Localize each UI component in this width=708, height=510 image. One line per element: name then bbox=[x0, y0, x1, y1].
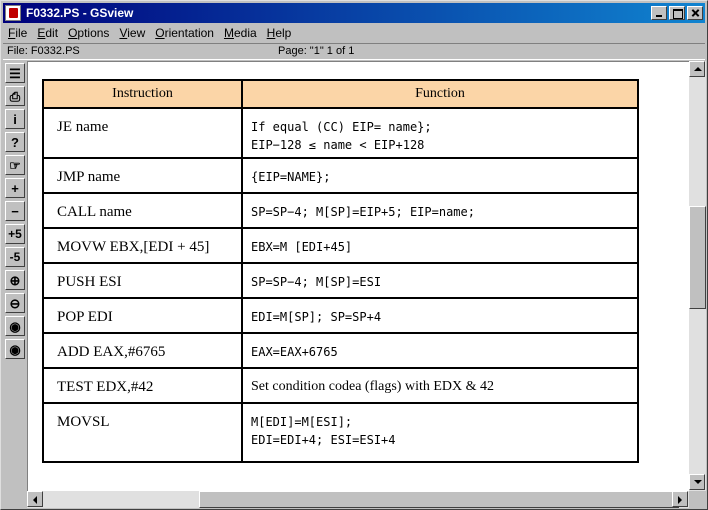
minimize-button[interactable] bbox=[651, 6, 667, 20]
function-line: SP=SP−4; M[SP]=EIP+5; EIP=name; bbox=[251, 205, 475, 219]
status-page: Page: "1" 1 of 1 bbox=[278, 45, 355, 57]
menu-mnemonic: O bbox=[68, 26, 78, 40]
toolbar: ☰ ⎙ i? ☞ + − +5 -5 ⊕ ⊖ ◉ ◉ bbox=[5, 63, 27, 362]
function-cell: EBX=M [EDI+45] bbox=[241, 227, 639, 264]
table-row: POP EDI EDI=M[SP]; SP=SP+4 bbox=[42, 297, 639, 334]
instruction-cell: JE name bbox=[42, 107, 243, 159]
info-icon[interactable]: i bbox=[5, 109, 25, 129]
function-line: Set condition codea (flags) with EDX & 4… bbox=[251, 379, 495, 394]
menu-label: rientation bbox=[164, 26, 214, 40]
app-icon[interactable] bbox=[5, 5, 21, 21]
window-title: F0332.PS - GSview bbox=[26, 6, 134, 20]
table-row: JMP name {EIP=NAME}; bbox=[42, 157, 639, 194]
vertical-scrollbar[interactable] bbox=[689, 61, 706, 491]
function-cell: If equal (CC) EIP= name}; EIP−128 ≤ name … bbox=[241, 107, 639, 159]
menu-orientation[interactable]: Orientation bbox=[150, 26, 219, 40]
menu-label: ile bbox=[15, 26, 28, 40]
menu-help[interactable]: Help bbox=[262, 26, 297, 40]
function-line: EIP−128 ≤ name < EIP+128 bbox=[251, 138, 425, 152]
menu-view[interactable]: View bbox=[114, 26, 150, 40]
instruction-cell: ADD EAX,#6765 bbox=[42, 332, 243, 369]
header-instruction: Instruction bbox=[42, 79, 243, 109]
zoom-out-icon[interactable]: ⊖ bbox=[5, 293, 25, 313]
menu-label: edia bbox=[233, 26, 257, 40]
header-function: Function bbox=[241, 79, 639, 109]
menu-mnemonic: M bbox=[223, 26, 234, 40]
maximize-button[interactable] bbox=[669, 6, 685, 20]
eye-icon[interactable]: ◉ bbox=[5, 339, 25, 359]
menu-label: elp bbox=[275, 26, 292, 40]
help-icon[interactable]: ? bbox=[5, 132, 25, 152]
table-row: PUSH ESI SP=SP−4; M[SP]=ESI bbox=[42, 262, 639, 299]
menu-label: dit bbox=[45, 26, 59, 40]
menu-bar: File Edit Options View Orientation Media Help bbox=[3, 24, 705, 42]
function-cell: {EIP=NAME}; bbox=[241, 157, 639, 194]
instruction-cell: MOVW EBX,[EDI + 45] bbox=[42, 227, 243, 264]
scroll-down-button[interactable] bbox=[689, 474, 705, 490]
window-controls bbox=[649, 6, 703, 20]
document-view[interactable]: Instruction Function JE name If equal (CC… bbox=[27, 61, 689, 491]
table-row: MOVSL M[EDI]=M[ESI]; EDI=EDI+4; ESI=ESI+4 bbox=[42, 402, 639, 463]
open-icon[interactable]: ☰ bbox=[5, 63, 25, 83]
function-cell: EAX=EAX+6765 bbox=[241, 332, 639, 369]
instruction-table: Instruction Function JE name If equal (CC… bbox=[42, 79, 639, 463]
instruction-cell: PUSH ESI bbox=[42, 262, 243, 299]
function-cell: SP=SP−4; M[SP]=EIP+5; EIP=name; bbox=[241, 192, 639, 229]
table-row: CALL name SP=SP−4; M[SP]=EIP+5; EIP=name; bbox=[42, 192, 639, 229]
instruction-cell: CALL name bbox=[42, 192, 243, 229]
vertical-scroll-thumb[interactable] bbox=[689, 206, 706, 309]
function-line: M[EDI]=M[ESI]; bbox=[251, 415, 353, 429]
goto-page-icon[interactable]: ☞ bbox=[5, 155, 25, 175]
table-body: JE name If equal (CC) EIP= name}; EIP−128 … bbox=[42, 107, 639, 463]
function-line: EAX=EAX+6765 bbox=[251, 345, 338, 359]
menu-file[interactable]: File bbox=[3, 26, 32, 40]
table-row: MOVW EBX,[EDI + 45] EBX=M [EDI+45] bbox=[42, 227, 639, 264]
table-row: ADD EAX,#6765 EAX=EAX+6765 bbox=[42, 332, 639, 369]
function-line: EDI=EDI+4; ESI=ESI+4 bbox=[251, 433, 396, 447]
instruction-cell: POP EDI bbox=[42, 297, 243, 334]
scroll-left-button[interactable] bbox=[27, 491, 43, 507]
next-page-icon[interactable]: + bbox=[5, 178, 25, 198]
menu-mnemonic: O bbox=[155, 26, 165, 40]
table-row: TEST EDX,#42 Set condition codea (flags) … bbox=[42, 367, 639, 404]
function-line: If equal (CC) EIP= name}; bbox=[251, 120, 432, 134]
instruction-cell: JMP name bbox=[42, 157, 243, 194]
instruction-cell: TEST EDX,#42 bbox=[42, 367, 243, 404]
function-cell: SP=SP−4; M[SP]=ESI bbox=[241, 262, 639, 299]
function-line: EBX=M [EDI+45] bbox=[251, 240, 353, 254]
eye-rec-icon[interactable]: ◉ bbox=[5, 316, 25, 336]
status-file: File: F0332.PS bbox=[7, 45, 80, 57]
menu-label: ptions bbox=[77, 26, 110, 40]
table-row: JE name If equal (CC) EIP= name}; EIP−128 … bbox=[42, 107, 639, 159]
menu-options[interactable]: Options bbox=[63, 26, 114, 40]
function-cell: EDI=M[SP]; SP=SP+4 bbox=[241, 297, 639, 334]
menu-media[interactable]: Media bbox=[219, 26, 262, 40]
horizontal-scrollbar[interactable] bbox=[27, 491, 689, 508]
menu-label: iew bbox=[127, 26, 146, 40]
print-icon[interactable]: ⎙ bbox=[5, 86, 25, 106]
skip-back-icon[interactable]: -5 bbox=[5, 247, 25, 267]
function-line: SP=SP−4; M[SP]=ESI bbox=[251, 275, 382, 289]
status-line: File: F0332.PS Page: "1" 1 of 1 bbox=[3, 43, 705, 60]
function-line: EDI=M[SP]; SP=SP+4 bbox=[251, 310, 382, 324]
scroll-right-button[interactable] bbox=[672, 491, 688, 507]
scrollbar-corner bbox=[689, 491, 706, 508]
scroll-up-button[interactable] bbox=[689, 61, 705, 77]
zoom-in-icon[interactable]: ⊕ bbox=[5, 270, 25, 290]
function-line: {EIP=NAME}; bbox=[251, 170, 331, 184]
function-cell: Set condition codea (flags) with EDX & 4… bbox=[241, 367, 639, 404]
function-cell: M[EDI]=M[ESI]; EDI=EDI+4; ESI=ESI+4 bbox=[241, 402, 639, 463]
prev-page-icon[interactable]: − bbox=[5, 201, 25, 221]
horizontal-scroll-thumb[interactable] bbox=[199, 491, 679, 508]
skip-forward-icon[interactable]: +5 bbox=[5, 224, 25, 244]
gsview-window: F0332.PS - GSview File Edit Options View Ori… bbox=[0, 0, 708, 510]
menu-edit[interactable]: Edit bbox=[32, 26, 63, 40]
close-button[interactable] bbox=[687, 6, 703, 20]
title-bar[interactable]: F0332.PS - GSview bbox=[3, 3, 705, 23]
instruction-cell: MOVSL bbox=[42, 402, 243, 463]
